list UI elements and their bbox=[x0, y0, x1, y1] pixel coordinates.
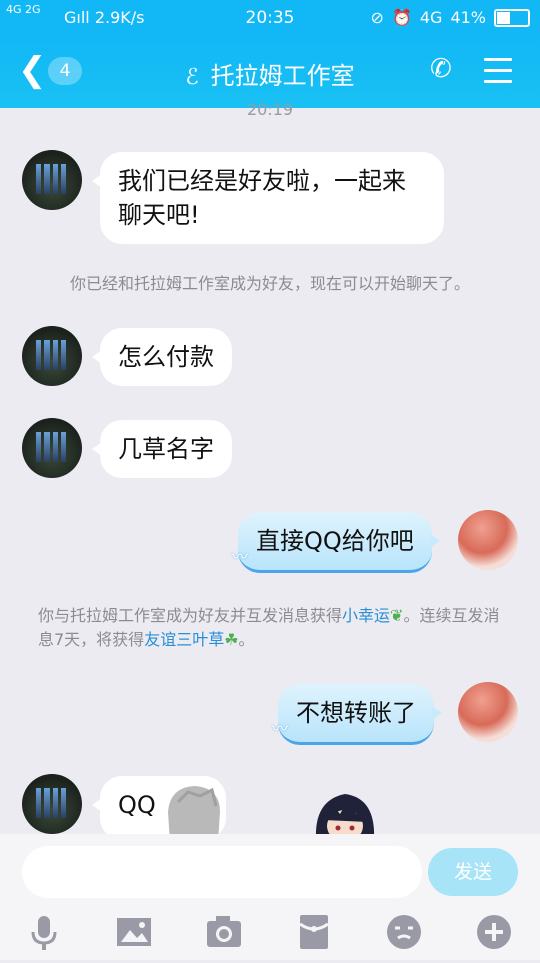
clover-icon: ☘ bbox=[224, 630, 239, 649]
gray-character-icon bbox=[168, 786, 220, 842]
image-icon[interactable] bbox=[114, 912, 154, 952]
emoji-icon[interactable] bbox=[384, 912, 424, 952]
system-message-reward: 你与托拉姆工作室成为好友并互发消息获得小幸运❦。连续互发消息7天，将获得友谊三叶… bbox=[38, 604, 508, 652]
ear-icon[interactable]: ℰ bbox=[185, 65, 198, 90]
message-bubble-incoming[interactable]: 几草名字 bbox=[92, 420, 232, 478]
system-text: 你与托拉姆工作室成为好友并互发消息获得 bbox=[38, 606, 343, 625]
message-bubble-incoming[interactable]: 我们已经是好友啦，一起来 聊天吧! bbox=[92, 152, 444, 244]
system-text: 。 bbox=[238, 630, 255, 649]
mute-icon: ⊘ bbox=[370, 8, 384, 27]
message-text: QQ bbox=[118, 791, 156, 819]
camera-icon[interactable] bbox=[204, 912, 244, 952]
wave-decoration-icon: 〰 bbox=[232, 547, 249, 566]
red-packet-icon[interactable] bbox=[294, 912, 334, 952]
sprout-icon: ❦ bbox=[390, 606, 404, 625]
menu-icon[interactable] bbox=[484, 58, 512, 91]
wave-decoration-icon: 〰 bbox=[272, 719, 289, 738]
avatar[interactable] bbox=[22, 150, 82, 210]
plus-icon[interactable] bbox=[474, 912, 514, 952]
message-line: 聊天吧! bbox=[118, 201, 200, 229]
avatar[interactable] bbox=[22, 326, 82, 386]
alarm-icon: ⏰ bbox=[391, 8, 412, 27]
send-button[interactable]: 发送 bbox=[428, 848, 518, 896]
anime-character-icon bbox=[315, 794, 375, 840]
message-bubble-incoming[interactable]: 怎么付款 bbox=[92, 328, 232, 386]
message-input[interactable] bbox=[22, 846, 422, 898]
avatar[interactable] bbox=[22, 418, 82, 478]
lucky-link[interactable]: 小幸运 bbox=[342, 606, 390, 625]
toolbar bbox=[0, 912, 540, 952]
message-text: 直接QQ给你吧 bbox=[256, 527, 414, 555]
chat-header: ❮ 4 ℰ 托拉姆工作室 ✆ bbox=[0, 36, 540, 108]
avatar[interactable] bbox=[22, 774, 82, 834]
message-line: 我们已经是好友啦，一起来 bbox=[118, 167, 406, 195]
chat-title: 托拉姆工作室 bbox=[210, 62, 355, 90]
avatar-self[interactable] bbox=[458, 682, 518, 742]
chat-title-wrap: ℰ 托拉姆工作室 bbox=[0, 56, 540, 91]
input-bar: 发送 bbox=[0, 834, 540, 960]
avatar-self[interactable] bbox=[458, 510, 518, 570]
clover-link[interactable]: 友谊三叶草 bbox=[144, 630, 224, 649]
net-type: 4G bbox=[419, 8, 443, 27]
message-bubble-outgoing[interactable]: 直接QQ给你吧 〰 bbox=[232, 512, 440, 573]
system-message: 你已经和托拉姆工作室成为好友，现在可以开始聊天了。 bbox=[69, 274, 470, 293]
battery-percent: 41% bbox=[450, 8, 486, 27]
mic-icon[interactable] bbox=[24, 912, 64, 952]
phone-icon[interactable]: ✆ bbox=[430, 54, 452, 84]
battery-icon bbox=[494, 8, 530, 27]
timestamp: 20:19 bbox=[246, 100, 294, 119]
message-bubble-outgoing[interactable]: 不想转账了 〰 bbox=[272, 684, 442, 745]
status-bar: 4G 2G Gıll 2.9K/s 20:35 ⊘ ⏰ 4G 41% bbox=[0, 0, 540, 36]
message-text: 不想转账了 bbox=[296, 699, 416, 727]
